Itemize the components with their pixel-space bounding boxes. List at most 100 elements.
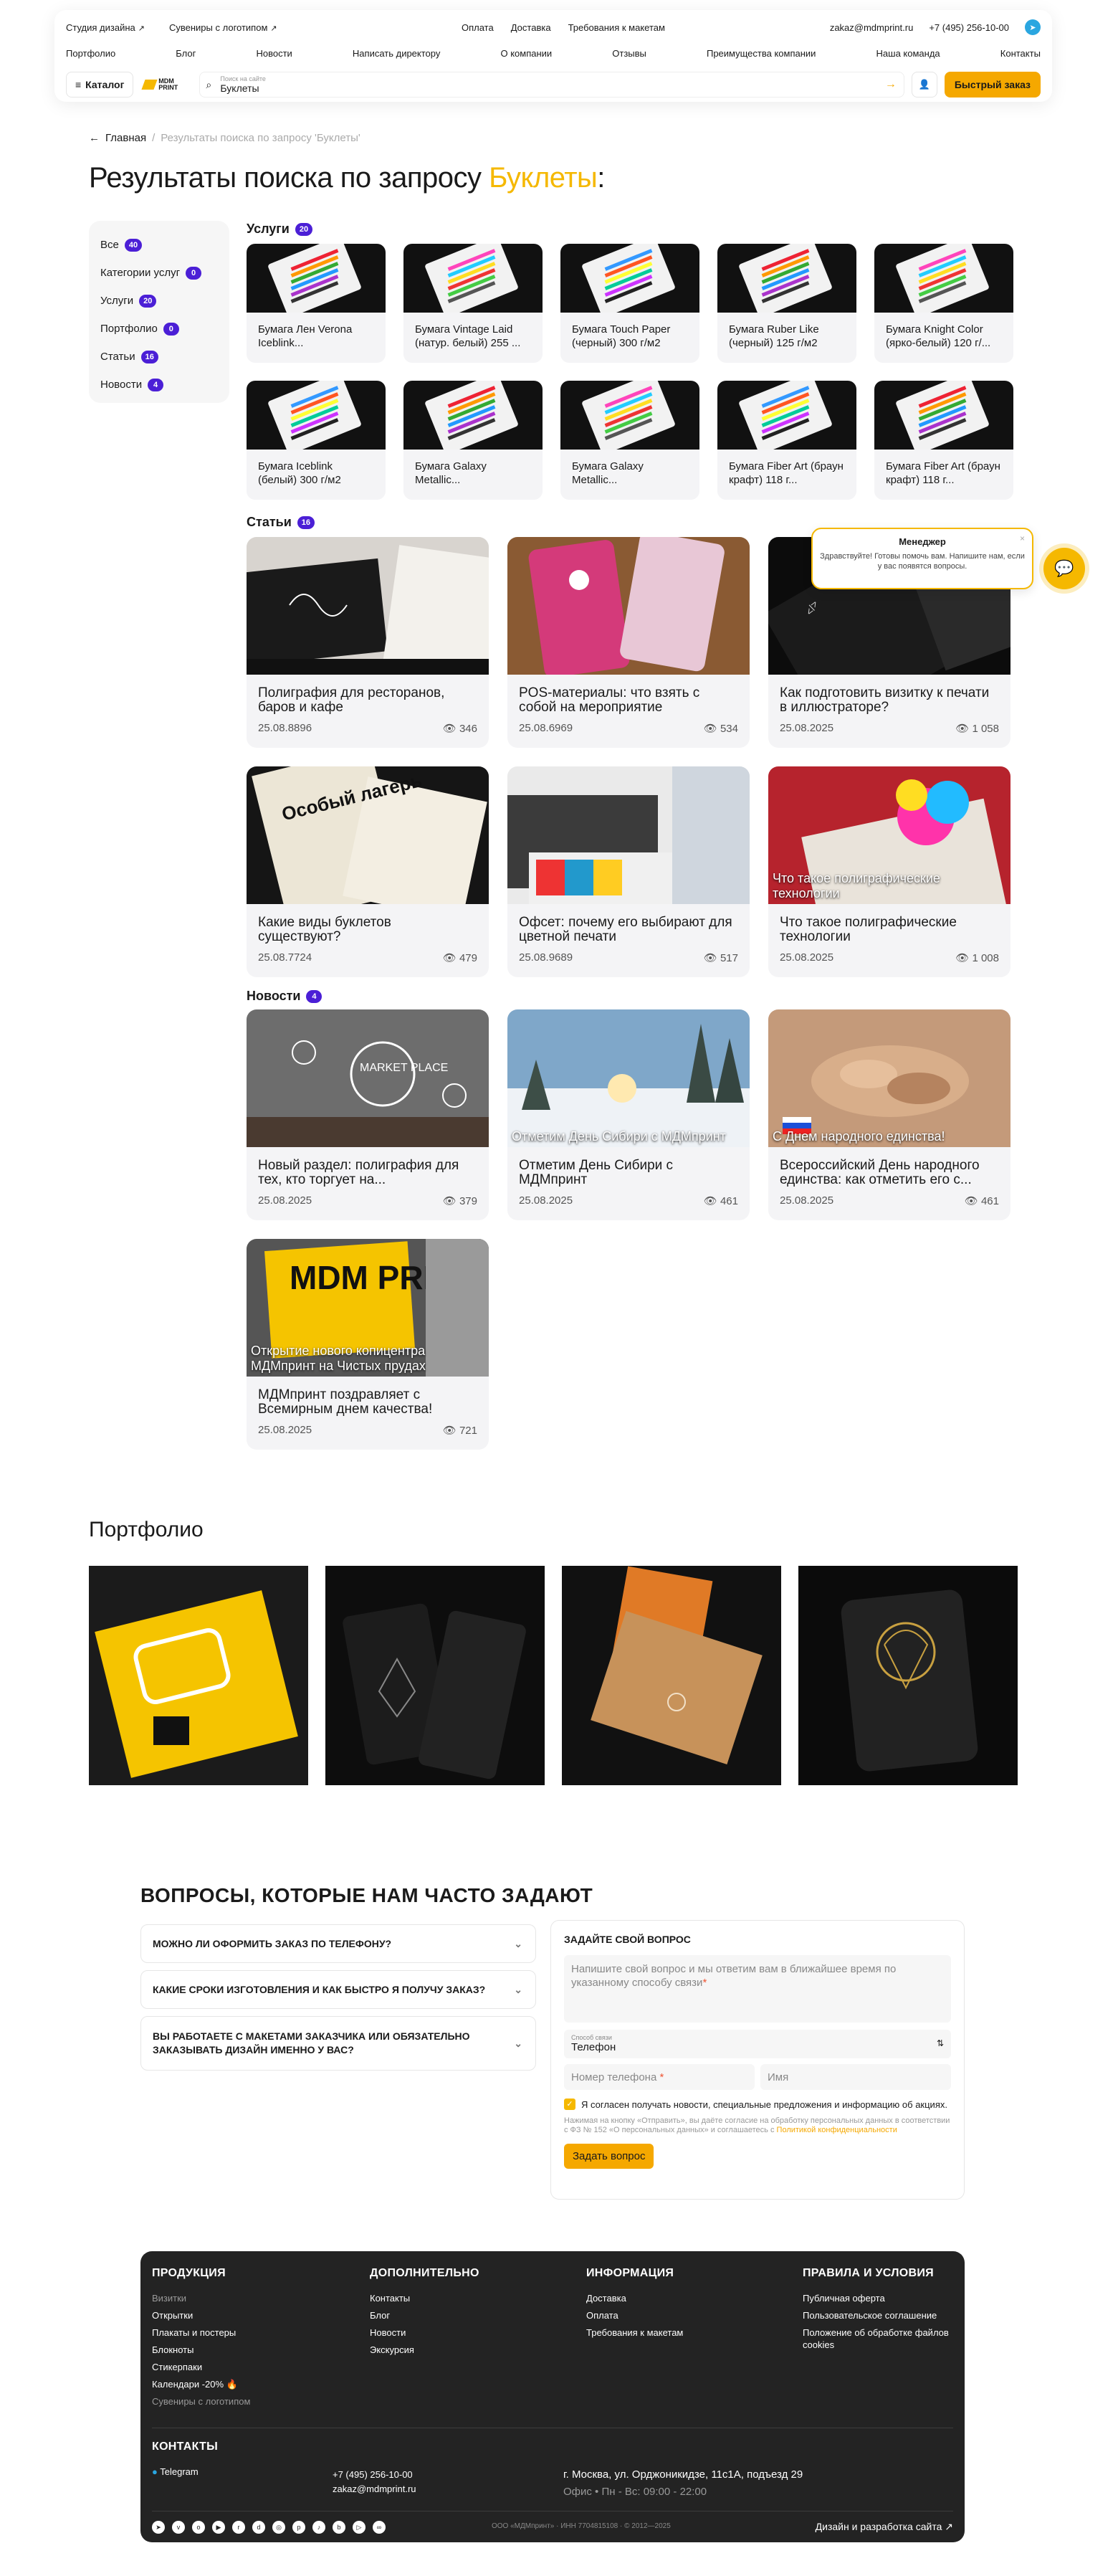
service-card[interactable]: Бумага Iceblink (белый) 300 г/м2 (247, 381, 386, 500)
footer-extra: Дополнительно Контакты Блог Новости Экск… (370, 2267, 479, 2355)
privacy-note: Нажимая на кнопку «Отправить», вы даёте … (564, 2116, 950, 2134)
article-card[interactable]: POS-материалы: что взять с собой на меро… (507, 537, 750, 748)
telegram-icon[interactable]: ➤ (1025, 19, 1041, 35)
telegram-icon[interactable]: ➤ (152, 2521, 165, 2534)
card-title: Полиграфия для ресторанов, баров и кафе (258, 685, 445, 715)
link-requirements[interactable]: Требования к макетам (568, 22, 665, 33)
news-card[interactable]: Отметим День Сибири с МДМпринт Отметим Де… (507, 1009, 750, 1220)
faq-item[interactable]: Вы работаете с макетами заказчика или об… (140, 2016, 536, 2071)
nav-item[interactable]: Преимущества компании (707, 48, 816, 59)
youtube-icon[interactable]: ▶ (212, 2521, 225, 2534)
faq-item[interactable]: Какие сроки изготовления и как быстро я … (140, 1970, 536, 2009)
nav-item[interactable]: Написать директору (353, 48, 440, 59)
portfolio-image (798, 1566, 1018, 1785)
video-icon[interactable]: ▷ (353, 2521, 366, 2534)
developer-link[interactable]: Дизайн и разработка сайта ↗ (816, 2521, 953, 2533)
filter-news[interactable]: Новости 4 (100, 371, 218, 399)
eye-icon: 👁 (964, 1195, 978, 1207)
service-card[interactable]: Бумага Galaxy Metallic... (560, 381, 699, 500)
arrow-right-icon[interactable]: → (885, 78, 897, 91)
section-articles-title: Статьи 16 (247, 515, 315, 530)
catalog-button[interactable]: ≡ Каталог (66, 72, 134, 98)
question-textarea[interactable]: Напишите свой вопрос и мы ответим вам в … (564, 1955, 951, 2023)
service-card[interactable]: Бумага Touch Paper (черный) 300 г/м2 (560, 244, 699, 363)
article-card[interactable]: Что такое полиграфические технологии Что … (768, 766, 1010, 977)
portfolio-item[interactable] (325, 1566, 545, 1785)
submit-question-button[interactable]: Задать вопрос (564, 2144, 654, 2169)
service-title: Бумага Fiber Art (браун крафт) 118 г... (729, 460, 844, 486)
news-card[interactable]: MARKET PLACE Новый раздел: полиграфия для… (247, 1009, 489, 1220)
name-field[interactable]: Имя (760, 2064, 951, 2090)
article-card[interactable]: Полиграфия для ресторанов, баров и кафе 2… (247, 537, 489, 748)
service-card[interactable]: Бумага Лен Verona Iceblink... (247, 244, 386, 363)
nav-item[interactable]: Портфолио (66, 48, 115, 59)
header-phone[interactable]: +7 (495) 256-10-00 (929, 22, 1009, 33)
portfolio-item[interactable] (562, 1566, 781, 1785)
service-card[interactable]: Бумага Vintage Laid (натур. белый) 255 .… (403, 244, 543, 363)
card-date: 25.08.9689 (519, 951, 573, 964)
filter-services[interactable]: Услуги 20 (100, 287, 218, 315)
portfolio-item[interactable] (798, 1566, 1018, 1785)
news-card[interactable]: С Днем народного единства! Всероссийский … (768, 1009, 1010, 1220)
image-caption: Отметим День Сибири с МДМпринт (512, 1129, 726, 1144)
filter-portfolio[interactable]: Портфолио 0 (100, 315, 218, 343)
link-delivery[interactable]: Доставка (511, 22, 551, 33)
telegram-icon: ● (152, 2466, 158, 2477)
nav-item[interactable]: Контакты (1000, 48, 1041, 59)
service-title: Бумага Galaxy Metallic... (415, 460, 487, 486)
nav-item[interactable]: Новости (256, 48, 292, 59)
svg-text:MARKET PLACE: MARKET PLACE (360, 1062, 448, 1074)
news-card[interactable]: MDM PRINT Открытие нового копицентра МДМп… (247, 1239, 489, 1450)
service-card[interactable]: Бумага Ruber Like (черный) 125 г/м2 (717, 244, 856, 363)
phone-field[interactable]: Номер телефона * (564, 2064, 755, 2090)
service-card[interactable]: Бумага Galaxy Metallic... (403, 381, 543, 500)
link-payment[interactable]: Оплата (462, 22, 494, 33)
section-news-title: Новости 4 (247, 989, 322, 1004)
user-icon[interactable]: 👤 (911, 72, 937, 98)
tiktok-icon[interactable]: ♪ (312, 2521, 325, 2534)
link-icon[interactable]: ∞ (373, 2521, 386, 2534)
header-email[interactable]: zakaz@mdmprint.ru (830, 22, 914, 33)
nav-item[interactable]: О компании (500, 48, 552, 59)
dzen-icon[interactable]: d (252, 2521, 265, 2534)
pinterest-icon[interactable]: p (292, 2521, 305, 2534)
chat-icon[interactable]: 💬 (1043, 548, 1085, 589)
article-card[interactable]: Особый лагерь Какие виды буклетов существ… (247, 766, 489, 977)
privacy-link[interactable]: Политикой конфиденциальности (777, 2126, 897, 2134)
behance-icon[interactable]: b (333, 2521, 345, 2534)
eye-icon: 👁 (442, 723, 457, 735)
section-services-title: Услуги 20 (247, 222, 313, 237)
search-input[interactable]: ⌕ Поиск на сайте Буклеты → (199, 72, 904, 98)
ok-icon[interactable]: o (192, 2521, 205, 2534)
quick-order-button[interactable]: Быстрый заказ (944, 72, 1041, 98)
close-icon[interactable]: × (1020, 533, 1025, 543)
article-card[interactable]: Офсет: почему его выбирают для цветной п… (507, 766, 750, 977)
back-arrow-icon[interactable]: ← (89, 132, 100, 144)
faq-item[interactable]: Можно ли оформить заказ по телефону? ⌄ (140, 1924, 536, 1963)
link-souvenirs[interactable]: Сувениры с логотипом ↗ (169, 22, 277, 33)
nav-item[interactable]: Наша команда (876, 48, 940, 59)
service-title: Бумага Knight Color (ярко-белый) 120 г/.… (886, 323, 991, 349)
nav-item[interactable]: Блог (176, 48, 196, 59)
card-views: 👁 479 (442, 952, 477, 964)
breadcrumb-home[interactable]: Главная (105, 132, 146, 144)
portfolio-item[interactable] (89, 1566, 308, 1785)
service-card[interactable]: Бумага Knight Color (ярко-белый) 120 г/.… (874, 244, 1013, 363)
filter-articles[interactable]: Статьи 16 (100, 343, 218, 371)
contact-method-select[interactable]: Способ связи Телефон ⇅ (564, 2030, 951, 2058)
portfolio-image (325, 1566, 545, 1785)
rutube-icon[interactable]: r (232, 2521, 245, 2534)
nav-item[interactable]: Отзывы (612, 48, 646, 59)
filter-all[interactable]: Все 40 (100, 231, 218, 259)
consent-checkbox[interactable]: ✓ (564, 2099, 575, 2110)
service-card[interactable]: Бумага Fiber Art (браун крафт) 118 г... (874, 381, 1013, 500)
card-title: POS-материалы: что взять с собой на меро… (519, 685, 700, 715)
vk-icon[interactable]: v (172, 2521, 185, 2534)
site-logo[interactable]: MDM PRINT (141, 75, 186, 95)
filter-categories[interactable]: Категории услуг 0 (100, 259, 218, 287)
service-card[interactable]: Бумага Fiber Art (браун крафт) 118 г... (717, 381, 856, 500)
instagram-icon[interactable]: ◎ (272, 2521, 285, 2534)
card-title: Всероссийский День народного единства: к… (780, 1158, 980, 1187)
link-design-studio[interactable]: Студия дизайна ↗ (66, 22, 145, 33)
breadcrumb: ← Главная / Результаты поиска по запросу… (89, 132, 360, 144)
